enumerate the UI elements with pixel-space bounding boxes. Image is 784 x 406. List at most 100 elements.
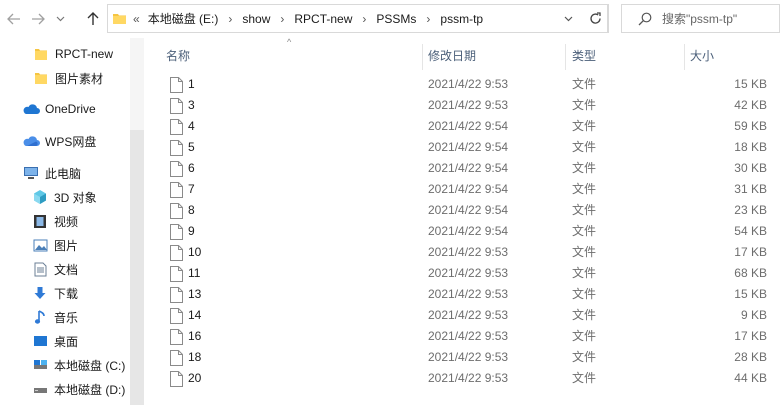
- file-size: 68 KB: [734, 266, 767, 280]
- sidebar-item-rpct-new[interactable]: RPCT-new: [32, 43, 113, 65]
- file-row[interactable]: 8 2021/4/22 9:54 文件 23 KB: [146, 200, 784, 221]
- sidebar-item-pictures[interactable]: 图片: [31, 234, 78, 256]
- sidebar-item-wps-cloud[interactable]: WPS网盘: [22, 130, 96, 152]
- sidebar-item-onedrive[interactable]: OneDrive: [22, 98, 96, 120]
- breadcrumb-rpct-new[interactable]: RPCT-new: [294, 12, 352, 26]
- recent-locations-button[interactable]: [50, 8, 70, 30]
- file-name[interactable]: 16: [188, 326, 201, 347]
- file-name[interactable]: 13: [188, 284, 201, 305]
- file-name[interactable]: 3: [188, 95, 195, 116]
- arrow-up-icon: [87, 12, 99, 25]
- sidebar-item-label: 图片: [54, 238, 79, 253]
- file-size: 15 KB: [734, 287, 767, 301]
- film-icon: [31, 213, 49, 229]
- file-size: 17 KB: [734, 245, 767, 259]
- breadcrumb-separator[interactable]: ›: [228, 12, 232, 26]
- file-modified-date: 2021/4/22 9:53: [428, 308, 509, 322]
- file-modified-date: 2021/4/22 9:53: [428, 350, 509, 364]
- file-modified-date: 2021/4/22 9:53: [428, 371, 509, 385]
- file-type: 文件: [572, 371, 597, 385]
- file-name[interactable]: 9: [188, 221, 195, 242]
- sidebar-item-drive-d[interactable]: 本地磁盘 (D:): [31, 378, 125, 400]
- sidebar-item-desktop[interactable]: 桌面: [31, 330, 78, 352]
- sidebar-item-label: OneDrive: [45, 102, 96, 116]
- file-row[interactable]: 11 2021/4/22 9:53 文件 68 KB: [146, 263, 784, 284]
- sidebar-item-label: WPS网盘: [45, 134, 97, 149]
- refresh-button[interactable]: [583, 4, 609, 33]
- file-name[interactable]: 7: [188, 179, 195, 200]
- file-row[interactable]: 4 2021/4/22 9:54 文件 59 KB: [146, 116, 784, 137]
- search-box[interactable]: 搜索"pssm-tp": [621, 4, 780, 33]
- breadcrumb-drive-e[interactable]: 本地磁盘 (E:): [148, 10, 219, 27]
- file-name[interactable]: 18: [188, 347, 201, 368]
- sidebar-item-label: 下载: [54, 286, 79, 301]
- file-icon: [170, 161, 183, 177]
- file-modified-date: 2021/4/22 9:54: [428, 161, 509, 175]
- folder-icon: [32, 70, 50, 86]
- file-row[interactable]: 5 2021/4/22 9:54 文件 18 KB: [146, 137, 784, 158]
- address-bar[interactable]: « 本地磁盘 (E:) › show › RPCT-new › PSSMs › …: [107, 4, 608, 33]
- address-history-dropdown[interactable]: [555, 5, 581, 32]
- file-row[interactable]: 9 2021/4/22 9:54 文件 54 KB: [146, 221, 784, 242]
- column-header-date[interactable]: 修改日期: [422, 44, 566, 68]
- file-row[interactable]: 7 2021/4/22 9:54 文件 31 KB: [146, 179, 784, 200]
- arrow-left-icon: [7, 13, 20, 25]
- breadcrumb-overflow[interactable]: «: [133, 12, 140, 26]
- up-button[interactable]: [82, 8, 104, 30]
- search-input[interactable]: 搜索"pssm-tp": [662, 10, 737, 27]
- file-name[interactable]: 14: [188, 305, 201, 326]
- sidebar-item-this-pc[interactable]: 此电脑: [22, 162, 81, 184]
- file-name[interactable]: 10: [188, 242, 201, 263]
- chevron-down-icon: [56, 16, 64, 22]
- back-button[interactable]: [3, 8, 25, 30]
- file-list: 1 2021/4/22 9:53 文件 15 KB 3 2021/4/22 9:53 文件 4…: [146, 74, 784, 389]
- sidebar-scrollbar-thumb[interactable]: [130, 130, 144, 405]
- file-row[interactable]: 13 2021/4/22 9:53 文件 15 KB: [146, 284, 784, 305]
- column-header-size[interactable]: 大小: [684, 44, 774, 68]
- file-type: 文件: [572, 245, 597, 259]
- file-name[interactable]: 20: [188, 368, 201, 389]
- cube-icon: [31, 189, 49, 205]
- file-row[interactable]: 16 2021/4/22 9:53 文件 17 KB: [146, 326, 784, 347]
- file-icon: [170, 140, 183, 156]
- file-row[interactable]: 10 2021/4/22 9:53 文件 17 KB: [146, 242, 784, 263]
- forward-button[interactable]: [27, 8, 49, 30]
- sidebar-item-label: 桌面: [54, 334, 79, 349]
- column-header-name[interactable]: 名称: [160, 44, 422, 68]
- file-row[interactable]: 20 2021/4/22 9:53 文件 44 KB: [146, 368, 784, 389]
- breadcrumb-separator[interactable]: ›: [280, 12, 284, 26]
- music-icon: [31, 309, 49, 325]
- file-name[interactable]: 8: [188, 200, 195, 221]
- sidebar-item-downloads[interactable]: 下载: [31, 282, 78, 304]
- file-row[interactable]: 6 2021/4/22 9:54 文件 30 KB: [146, 158, 784, 179]
- file-type: 文件: [572, 203, 597, 217]
- file-name[interactable]: 5: [188, 137, 195, 158]
- sidebar-item-videos[interactable]: 视频: [31, 210, 78, 232]
- breadcrumb-pssm-tp[interactable]: pssm-tp: [440, 12, 483, 26]
- sidebar-scrollbar-track[interactable]: [130, 38, 144, 130]
- refresh-icon: [590, 12, 601, 24]
- sidebar-item-image-assets[interactable]: 图片素材: [32, 67, 103, 89]
- file-row[interactable]: 3 2021/4/22 9:53 文件 42 KB: [146, 95, 784, 116]
- file-name[interactable]: 1: [188, 74, 195, 95]
- file-size: 17 KB: [734, 329, 767, 343]
- file-row[interactable]: 14 2021/4/22 9:53 文件 9 KB: [146, 305, 784, 326]
- file-name[interactable]: 11: [188, 263, 200, 284]
- file-name[interactable]: 6: [188, 158, 195, 179]
- file-row[interactable]: 1 2021/4/22 9:53 文件 15 KB: [146, 74, 784, 95]
- sidebar-item-music[interactable]: 音乐: [31, 306, 78, 328]
- file-row[interactable]: 18 2021/4/22 9:53 文件 28 KB: [146, 347, 784, 368]
- file-name[interactable]: 4: [188, 116, 195, 137]
- breadcrumb-separator[interactable]: ›: [362, 12, 366, 26]
- breadcrumb-separator[interactable]: ›: [426, 12, 430, 26]
- sidebar-item-drive-c[interactable]: 本地磁盘 (C:): [31, 354, 125, 376]
- file-icon: [170, 77, 183, 93]
- breadcrumb-show[interactable]: show: [242, 12, 270, 26]
- sidebar-item-documents[interactable]: 文档: [31, 258, 78, 280]
- file-size: 30 KB: [734, 161, 767, 175]
- file-type: 文件: [572, 119, 597, 133]
- column-header-type[interactable]: 类型: [566, 44, 686, 68]
- sidebar-item-label: 本地磁盘 (D:): [54, 382, 126, 397]
- sidebar-item-3d-objects[interactable]: 3D 对象: [31, 186, 97, 208]
- breadcrumb-pssms[interactable]: PSSMs: [376, 12, 416, 26]
